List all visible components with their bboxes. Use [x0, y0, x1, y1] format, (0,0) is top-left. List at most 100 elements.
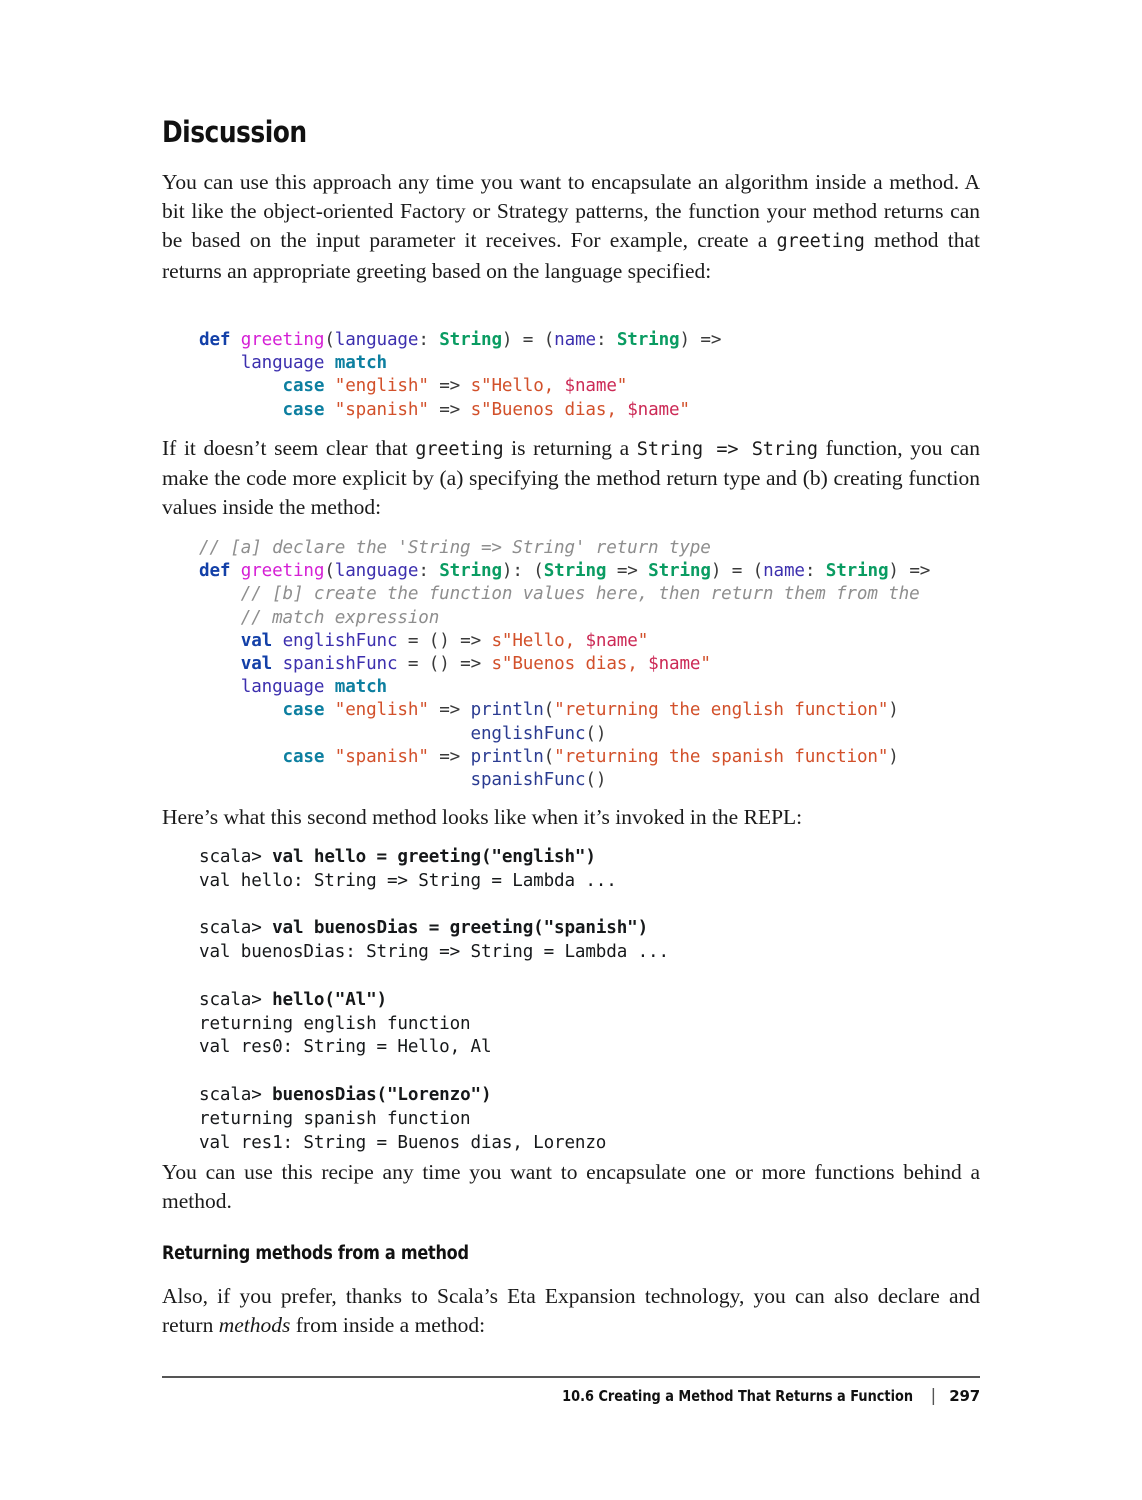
repl-output-2: val buenosDias: String => String = Lambd… — [199, 942, 669, 963]
token-arrow: => — [616, 561, 638, 582]
inline-code-greeting: greeting — [776, 231, 865, 253]
code-block-1: def greeting(language: String) = (name: … — [199, 329, 721, 422]
paragraph-explicit: If it doesn’t seem clear that greeting i… — [162, 434, 980, 523]
paragraph-repl-intro-wrap: Here’s what this second method looks lik… — [162, 803, 980, 832]
token-identifier-language: language — [240, 677, 325, 698]
footer-separator: | — [930, 1386, 937, 1406]
token-string-close: " — [679, 399, 690, 420]
token-keyword-case: case — [282, 700, 325, 721]
paragraph-recipe: You can use this recipe any time you wan… — [162, 1160, 980, 1214]
token-paren: ( — [543, 330, 555, 350]
repl-prompt: scala> — [199, 918, 273, 939]
repl-output-4a: returning spanish function — [199, 1108, 471, 1129]
repl-output-3a: returning english function — [199, 1013, 471, 1034]
token-colon: : — [804, 561, 816, 582]
token-function-greeting: greeting — [240, 561, 325, 582]
paragraph-intro-wrap: You can use this approach any time you w… — [162, 168, 980, 286]
token-keyword-def: def — [199, 561, 231, 582]
token-string-hello: s"Hello, — [491, 630, 586, 651]
token-type-string: String — [439, 330, 502, 350]
repl-prompt: scala> — [199, 1084, 273, 1105]
code-block-2-content: // [a] declare the 'String => String' re… — [199, 537, 930, 792]
token-paren: ) — [888, 561, 899, 582]
page-title: Discussion — [162, 115, 307, 149]
paragraph-explicit-part2: is returning a — [503, 436, 637, 460]
token-colon: : — [418, 330, 429, 350]
inline-code-string-to-string: String => String — [636, 439, 818, 460]
token-identifier-englishfunc: englishFunc — [282, 630, 398, 651]
token-call-englishfunc: englishFunc — [470, 723, 586, 744]
token-type-string: String — [543, 561, 607, 582]
token-param-language: language — [334, 561, 419, 582]
token-colon: : — [512, 561, 523, 582]
token-paren: ) — [501, 561, 513, 582]
paragraph-eta-part2: from inside a method: — [290, 1313, 486, 1338]
token-call-spanishfunc: spanishFunc — [470, 770, 586, 791]
token-string-close: " — [700, 654, 711, 675]
token-type-string: String — [616, 330, 680, 350]
token-equals: = — [522, 330, 534, 350]
token-paren: ( — [543, 700, 555, 721]
token-paren: ) — [710, 561, 722, 582]
subheading-wrap: Returning methods from a method — [162, 1243, 980, 1264]
repl-output-4b: val res1: String = Buenos dias, Lorenzo — [199, 1132, 607, 1153]
token-call-println: println — [470, 700, 544, 721]
token-paren: () — [428, 630, 450, 651]
repl-input-4: buenosDias("Lorenzo") — [272, 1084, 492, 1105]
code-block-1-content: def greeting(language: String) = (name: … — [199, 329, 721, 422]
token-arrow: => — [700, 330, 722, 350]
token-paren: ( — [324, 561, 335, 582]
token-string-english: "english" — [334, 376, 429, 397]
token-type-string: String — [825, 561, 889, 582]
repl-output-3b: val res0: String = Hello, Al — [199, 1037, 492, 1058]
token-interp-name: $name — [648, 654, 701, 675]
token-arrow: => — [439, 700, 461, 721]
repl-prompt: scala> — [199, 989, 273, 1010]
token-param-language: language — [334, 330, 419, 350]
token-arrow: => — [439, 746, 461, 767]
token-keyword-match: match — [334, 353, 387, 374]
token-paren: ) — [888, 746, 899, 767]
token-interp-name: $name — [564, 376, 617, 397]
token-string-returning-spanish: "returning the spanish function" — [554, 746, 889, 767]
token-arrow: => — [909, 561, 931, 582]
token-string-close: " — [637, 630, 649, 651]
token-colon: : — [418, 561, 429, 582]
token-arrow: => — [439, 399, 461, 420]
token-interp-name: $name — [627, 399, 680, 420]
repl-input-1: val hello = greeting("english") — [272, 847, 596, 867]
paragraph-explicit-wrap: If it doesn’t seem clear that greeting i… — [162, 434, 980, 523]
token-arrow: => — [439, 376, 461, 397]
token-type-string: String — [648, 561, 711, 582]
token-paren: ( — [543, 746, 555, 767]
token-paren: ) — [501, 330, 513, 350]
token-keyword-case: case — [282, 376, 325, 397]
token-arrow: => — [460, 630, 482, 651]
footer-divider — [162, 1376, 980, 1378]
token-type-string: String — [439, 561, 502, 582]
repl-output-1: val hello: String => String = Lambda ... — [199, 870, 617, 891]
token-paren: () — [585, 723, 607, 744]
repl-block: scala> val hello = greeting("english") v… — [199, 846, 669, 1155]
token-paren: ( — [533, 561, 544, 582]
token-equals: = — [731, 561, 743, 582]
section-subheading: Returning methods from a method — [162, 1243, 469, 1264]
token-identifier-language: language — [240, 353, 325, 374]
code-block-2: // [a] declare the 'String => String' re… — [199, 537, 930, 792]
token-identifier-spanishfunc: spanishFunc — [282, 654, 398, 675]
token-keyword-def: def — [199, 330, 231, 350]
token-comment-a: // [a] declare the 'String => String' re… — [199, 538, 711, 558]
token-string-buenos: s"Buenos dias, — [491, 654, 649, 675]
token-keyword-case: case — [282, 399, 325, 420]
footer-recipe-title: 10.6 Creating a Method That Returns a Fu… — [562, 1387, 914, 1405]
token-keyword-val: val — [240, 630, 273, 651]
token-keyword-case: case — [282, 746, 325, 767]
token-comment-b2: // match expression — [240, 607, 440, 628]
token-param-name: name — [763, 561, 805, 582]
token-equals: = — [407, 630, 419, 651]
token-equals: = — [407, 654, 419, 675]
paragraph-repl-intro: Here’s what this second method looks lik… — [162, 805, 803, 829]
page-footer: 10.6 Creating a Method That Returns a Fu… — [162, 1386, 981, 1406]
token-string-returning-english: "returning the english function" — [554, 700, 889, 721]
token-string-spanish: "spanish" — [334, 399, 429, 420]
